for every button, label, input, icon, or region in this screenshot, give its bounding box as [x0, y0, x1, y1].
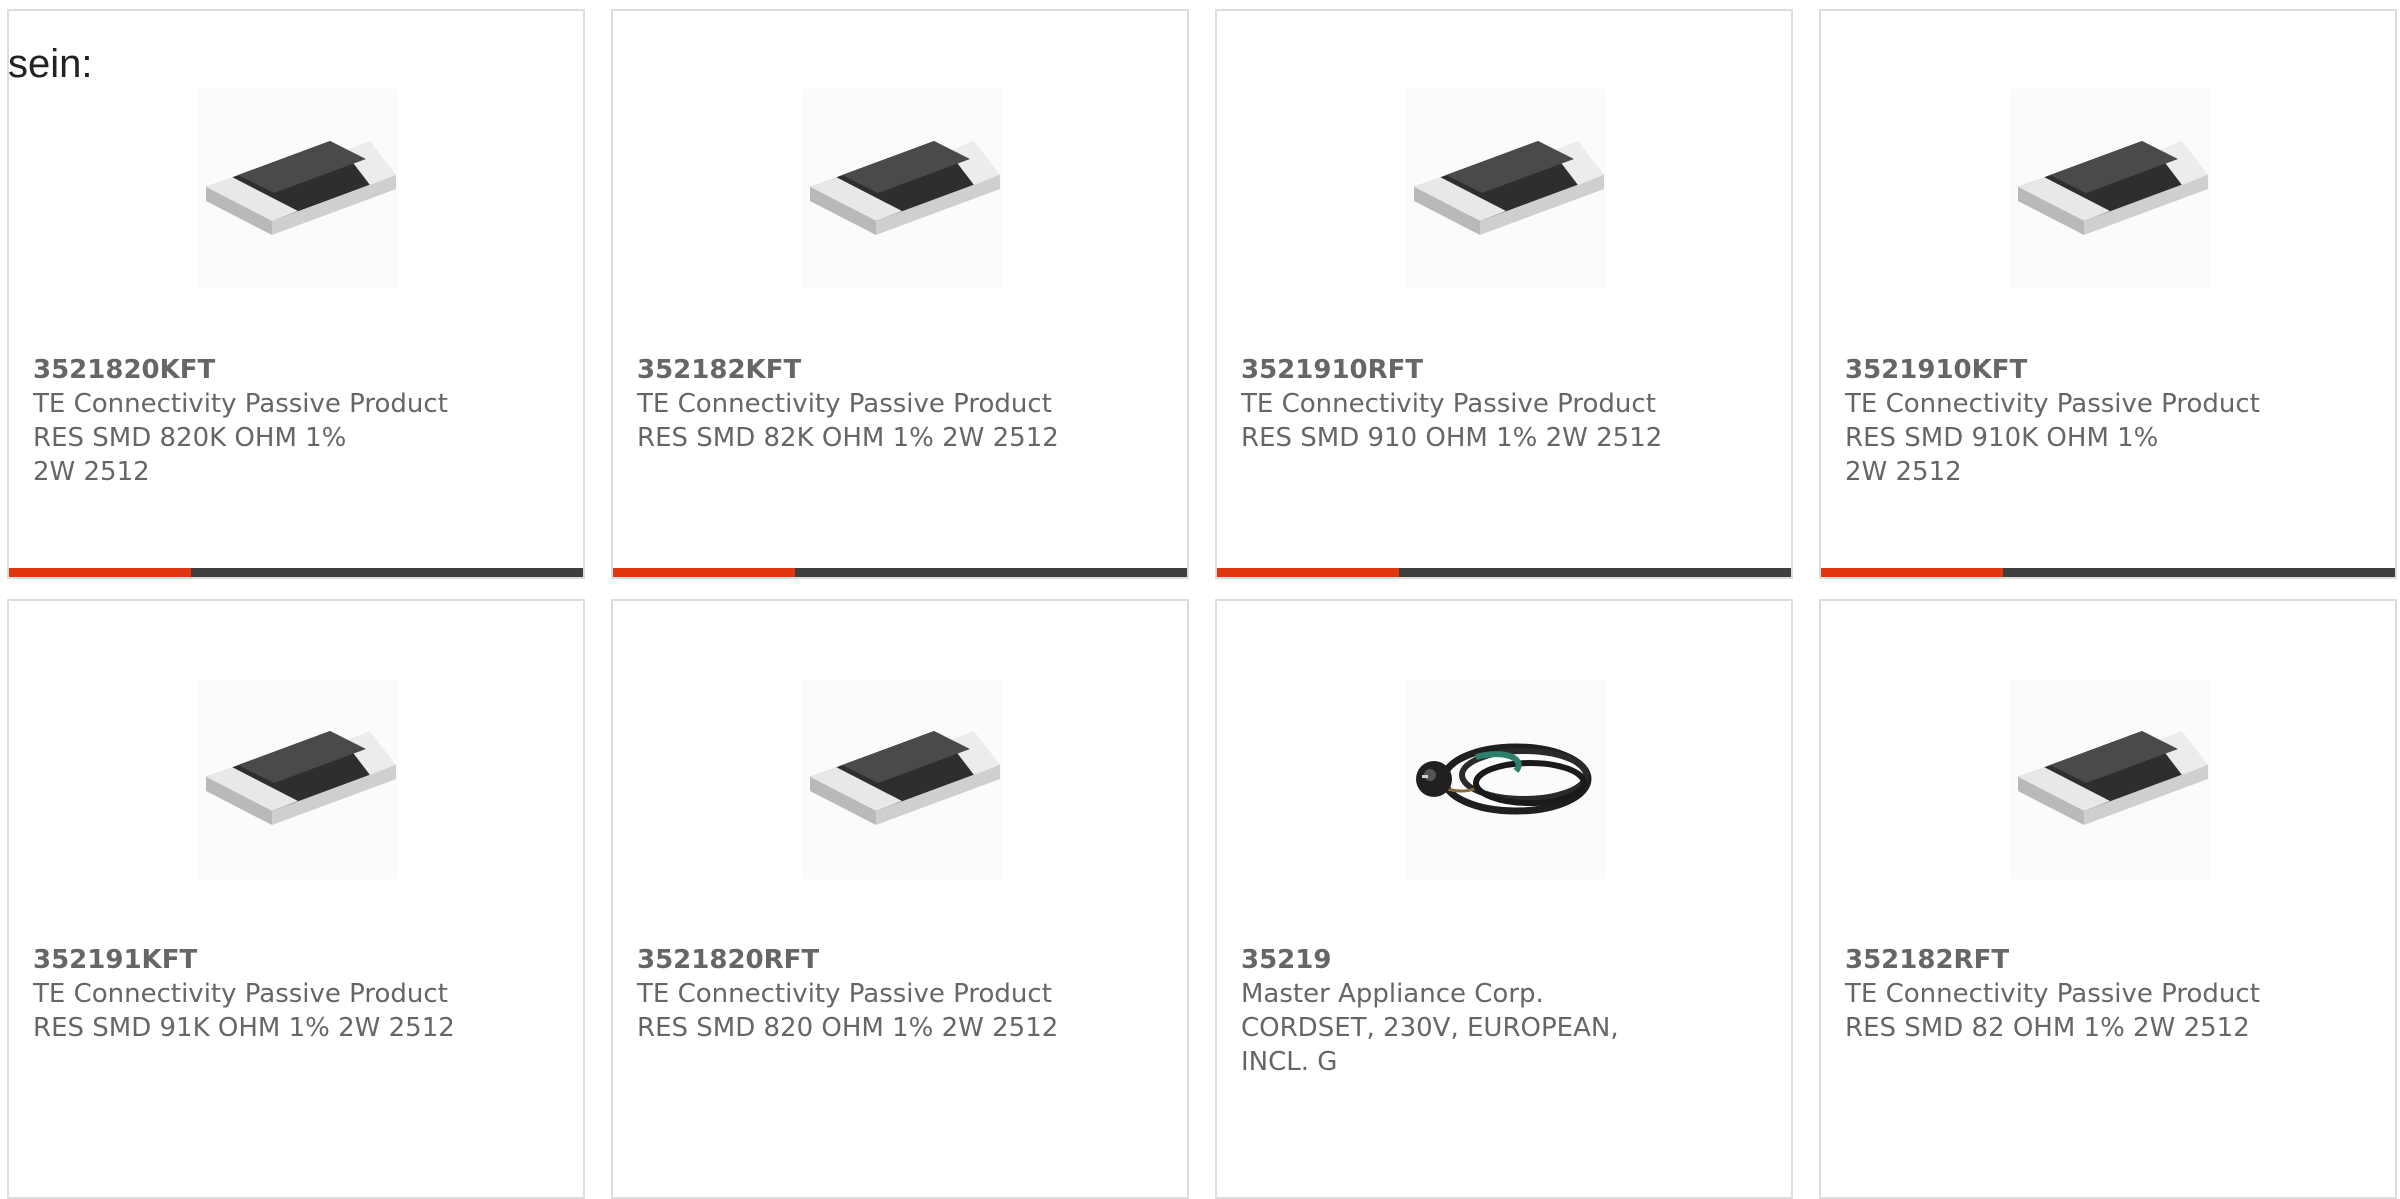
product-card[interactable]: 3521910RFT TE Connectivity Passive Produ… [1215, 9, 1793, 579]
card-bottom-bar [1821, 568, 2395, 577]
part-number-link[interactable]: 3521910KFT [1845, 353, 2275, 387]
product-description: RES SMD 82K OHM 1% 2W 2512 [637, 423, 1059, 453]
card-bar-accent [613, 568, 795, 577]
manufacturer-name: TE Connectivity Passive Product [637, 979, 1052, 1009]
intro-text: sein: [8, 42, 93, 86]
product-info: 3521910KFT TE Connectivity Passive Produ… [1845, 353, 2275, 489]
smd-resistor-icon[interactable] [2010, 89, 2210, 289]
product-description: RES SMD 910K OHM 1% 2W 2512 [1845, 423, 2159, 487]
product-card[interactable]: 3521820RFT TE Connectivity Passive Produ… [611, 599, 1189, 1199]
part-number-link[interactable]: 3521820KFT [33, 353, 463, 387]
smd-resistor-icon[interactable] [802, 89, 1002, 289]
smd-resistor-icon[interactable] [198, 89, 398, 289]
product-card[interactable]: 352182KFT TE Connectivity Passive Produc… [611, 9, 1189, 579]
product-info: 352191KFT TE Connectivity Passive Produc… [33, 943, 463, 1045]
card-bottom-bar [9, 568, 583, 577]
manufacturer-name: TE Connectivity Passive Product [637, 389, 1052, 419]
smd-resistor-icon[interactable] [1406, 89, 1606, 289]
product-description: RES SMD 820K OHM 1% 2W 2512 [33, 423, 347, 487]
smd-resistor-icon[interactable] [802, 679, 1002, 879]
product-info: 352182KFT TE Connectivity Passive Produc… [637, 353, 1067, 455]
part-number-link[interactable]: 3521820RFT [637, 943, 1067, 977]
card-bar-accent [1821, 568, 2003, 577]
product-description: RES SMD 910 OHM 1% 2W 2512 [1241, 423, 1663, 453]
part-number-link[interactable]: 352182KFT [637, 353, 1067, 387]
product-card[interactable]: 3521820KFT TE Connectivity Passive Produ… [7, 9, 585, 579]
power-cord-icon[interactable] [1406, 679, 1606, 879]
card-bottom-bar [613, 568, 1187, 577]
card-bottom-bar [1217, 568, 1791, 577]
product-info: 3521820RFT TE Connectivity Passive Produ… [637, 943, 1067, 1045]
product-description: RES SMD 82 OHM 1% 2W 2512 [1845, 1013, 2250, 1043]
manufacturer-name: Master Appliance Corp. [1241, 979, 1544, 1009]
part-number-link[interactable]: 3521910RFT [1241, 353, 1671, 387]
product-info: 35219 Master Appliance Corp. CORDSET, 23… [1241, 943, 1671, 1079]
part-number-link[interactable]: 352182RFT [1845, 943, 2275, 977]
product-info: 3521820KFT TE Connectivity Passive Produ… [33, 353, 463, 489]
product-info: 352182RFT TE Connectivity Passive Produc… [1845, 943, 2275, 1045]
product-description: RES SMD 820 OHM 1% 2W 2512 [637, 1013, 1059, 1043]
product-card[interactable]: 352182RFT TE Connectivity Passive Produc… [1819, 599, 2397, 1199]
manufacturer-name: TE Connectivity Passive Product [1241, 389, 1656, 419]
product-info: 3521910RFT TE Connectivity Passive Produ… [1241, 353, 1671, 455]
card-bar-accent [9, 568, 191, 577]
product-description: CORDSET, 230V, EUROPEAN, INCL. G [1241, 1013, 1619, 1077]
part-number-link[interactable]: 35219 [1241, 943, 1671, 977]
manufacturer-name: TE Connectivity Passive Product [1845, 389, 2260, 419]
product-description: RES SMD 91K OHM 1% 2W 2512 [33, 1013, 455, 1043]
manufacturer-name: TE Connectivity Passive Product [1845, 979, 2260, 1009]
manufacturer-name: TE Connectivity Passive Product [33, 389, 448, 419]
part-number-link[interactable]: 352191KFT [33, 943, 463, 977]
product-card[interactable]: 35219 Master Appliance Corp. CORDSET, 23… [1215, 599, 1793, 1199]
product-card[interactable]: 352191KFT TE Connectivity Passive Produc… [7, 599, 585, 1199]
manufacturer-name: TE Connectivity Passive Product [33, 979, 448, 1009]
card-bar-accent [1217, 568, 1399, 577]
product-card[interactable]: 3521910KFT TE Connectivity Passive Produ… [1819, 9, 2397, 579]
smd-resistor-icon[interactable] [2010, 679, 2210, 879]
smd-resistor-icon[interactable] [198, 679, 398, 879]
